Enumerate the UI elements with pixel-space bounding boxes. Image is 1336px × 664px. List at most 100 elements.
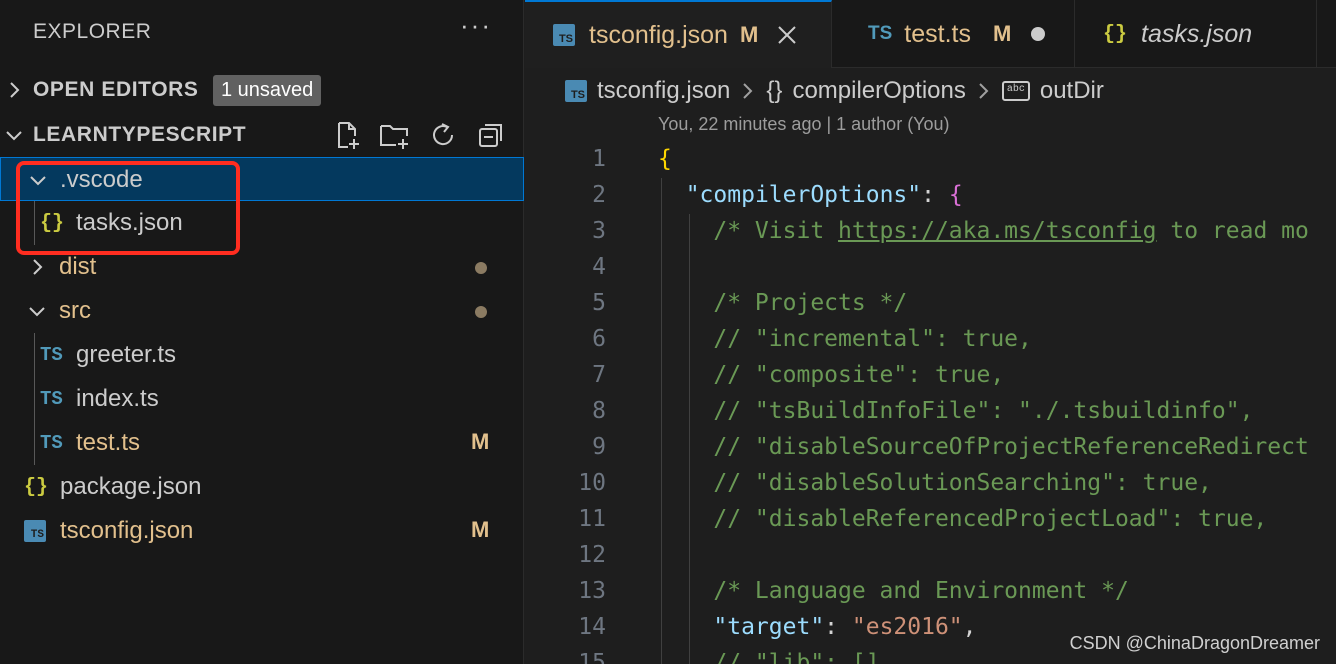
new-folder-icon[interactable] xyxy=(374,117,416,153)
tree-item-label: index.ts xyxy=(76,385,159,412)
typescript-file-icon: TS xyxy=(868,23,893,44)
code-token: , xyxy=(962,614,977,640)
ellipsis-icon[interactable]: ··· xyxy=(460,10,492,41)
string-property-icon: abc xyxy=(1001,81,1030,101)
tsconfig-file-icon: TS xyxy=(553,24,575,46)
tree-item-test-ts[interactable]: TS test.ts M xyxy=(0,421,524,465)
modified-dot-icon xyxy=(475,306,487,318)
code-token: : xyxy=(824,614,852,640)
code-text: // "tsBuildInfoFile": "./.tsbuildinfo", xyxy=(658,398,1253,424)
line-number: 5 xyxy=(592,290,606,316)
code-line[interactable]: 12 xyxy=(525,538,1336,574)
explorer-title: EXPLORER xyxy=(33,20,152,43)
code-line[interactable]: 2 "compilerOptions": { xyxy=(525,178,1336,214)
close-icon[interactable] xyxy=(772,20,802,50)
code-token: // "disableSourceOfProjectReferenceRedir… xyxy=(713,434,1309,460)
tree-item-vscode-folder[interactable]: .vscode xyxy=(0,157,524,201)
tree-item-tasks-json[interactable]: {} tasks.json xyxy=(0,201,524,245)
code-token: // "disableSolutionSearching": true, xyxy=(713,470,1212,496)
breadcrumb-file[interactable]: TS tsconfig.json xyxy=(565,77,730,105)
editor-tabs: TS tsconfig.json M TS test.ts M {} tasks… xyxy=(525,0,1336,68)
code-text: "target": "es2016", xyxy=(658,614,977,640)
code-token: /* Projects */ xyxy=(713,290,908,316)
tsconfig-file-icon: TS xyxy=(24,518,46,544)
tab-tsconfig-json[interactable]: TS tsconfig.json M xyxy=(525,0,832,68)
tree-item-dist-folder[interactable]: dist xyxy=(0,245,524,289)
tree-item-package-json[interactable]: {} package.json xyxy=(0,465,524,509)
code-line[interactable]: 13 /* Language and Environment */ xyxy=(525,574,1336,610)
code-line[interactable]: 6 // "incremental": true, xyxy=(525,322,1336,358)
code-line[interactable]: 10 // "disableSolutionSearching": true, xyxy=(525,466,1336,502)
breadcrumb-property-label: outDir xyxy=(1039,77,1104,104)
code-token: // "incremental": true, xyxy=(713,326,1032,352)
git-blame-codelens[interactable]: You, 22 minutes ago | 1 author (You) xyxy=(658,114,950,135)
tab-label: test.ts xyxy=(904,19,971,48)
code-line[interactable]: 1{ xyxy=(525,142,1336,178)
collapse-all-icon[interactable] xyxy=(470,117,512,153)
chevron-down-icon xyxy=(6,131,22,141)
line-number: 1 xyxy=(592,146,606,172)
json-file-icon: {} xyxy=(1103,22,1128,46)
breadcrumb-property[interactable]: abc outDir xyxy=(1001,77,1104,105)
code-line[interactable]: 4 xyxy=(525,250,1336,286)
tree-item-index-ts[interactable]: TS index.ts xyxy=(0,377,524,421)
code-token: // "disableReferencedProjectLoad": true, xyxy=(713,506,1268,532)
section-workspace[interactable]: LEARNTYPESCRIPT xyxy=(0,113,524,157)
code-text: // "incremental": true, xyxy=(658,326,1032,352)
code-token: { xyxy=(658,146,672,172)
code-line[interactable]: 8 // "tsBuildInfoFile": "./.tsbuildinfo"… xyxy=(525,394,1336,430)
tree-item-tsconfig-json[interactable]: TS tsconfig.json M xyxy=(0,509,524,553)
unsaved-dot-icon[interactable] xyxy=(1031,27,1046,41)
chevron-down-icon xyxy=(29,307,45,317)
code-token: // "lib": [], xyxy=(713,650,894,664)
breadcrumb-object-label: compilerOptions xyxy=(792,77,966,104)
line-number: 4 xyxy=(592,254,606,280)
line-number: 10 xyxy=(578,470,606,496)
tree-item-label: test.ts xyxy=(76,429,141,456)
explorer-sidebar: EXPLORER ··· OPEN EDITORS 1 unsaved LEAR… xyxy=(0,0,524,664)
line-number: 13 xyxy=(578,578,606,604)
json-file-icon: {} xyxy=(40,211,65,235)
watermark: CSDN @ChinaDragonDreamer xyxy=(1069,633,1320,653)
line-number: 2 xyxy=(592,182,606,208)
code-line[interactable]: 9 // "disableSourceOfProjectReferenceRed… xyxy=(525,430,1336,466)
section-open-editors[interactable]: OPEN EDITORS 1 unsaved xyxy=(0,68,524,112)
tree-item-label: dist xyxy=(59,253,97,280)
code-token: : xyxy=(921,182,949,208)
tree-item-label: tsconfig.json xyxy=(60,517,194,544)
workspace-actions xyxy=(326,117,512,153)
refresh-icon[interactable] xyxy=(422,117,464,153)
line-number: 9 xyxy=(592,434,606,460)
code-text: // "lib": [], xyxy=(658,650,893,664)
code-text: // "disableReferencedProjectLoad": true, xyxy=(658,506,1267,532)
line-number: 3 xyxy=(592,218,606,244)
tree-item-src-folder[interactable]: src xyxy=(0,289,524,333)
new-file-icon[interactable] xyxy=(326,117,368,153)
tsconfig-file-icon: TS xyxy=(565,80,587,102)
breadcrumb-object[interactable]: {} compilerOptions xyxy=(766,77,965,105)
code-token: // "tsBuildInfoFile": "./.tsbuildinfo", xyxy=(713,398,1254,424)
code-line[interactable]: 5 /* Projects */ xyxy=(525,286,1336,322)
code-line[interactable]: 3 /* Visit https://aka.ms/tsconfig to re… xyxy=(525,214,1336,250)
tab-label: tsconfig.json xyxy=(589,20,728,49)
section-label-open-editors: OPEN EDITORS xyxy=(33,78,199,101)
code-text: // "disableSolutionSearching": true, xyxy=(658,470,1212,496)
unsaved-badge: 1 unsaved xyxy=(213,75,322,106)
line-number: 15 xyxy=(578,650,606,664)
code-line[interactable]: 7 // "composite": true, xyxy=(525,358,1336,394)
tree-item-label: src xyxy=(59,297,91,324)
json-file-icon: {} xyxy=(24,475,49,499)
code-line[interactable]: 11 // "disableReferencedProjectLoad": tr… xyxy=(525,502,1336,538)
tree-item-greeter-ts[interactable]: TS greeter.ts xyxy=(0,333,524,377)
tab-test-ts[interactable]: TS test.ts M xyxy=(832,0,1075,68)
tab-tasks-json[interactable]: {} tasks.json xyxy=(1075,0,1317,68)
code-token: https://aka.ms/tsconfig xyxy=(838,218,1157,244)
breadcrumb: TS tsconfig.json {} compilerOptions abc … xyxy=(565,74,1104,108)
modified-status: M xyxy=(471,429,490,454)
modified-status: M xyxy=(471,517,490,542)
chevron-right-icon xyxy=(10,82,20,98)
